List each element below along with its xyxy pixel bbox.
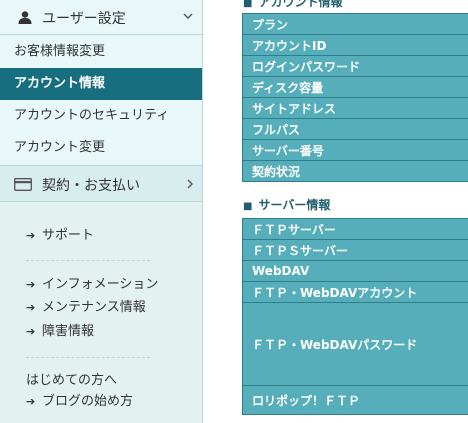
arrow-right-icon: ➔ xyxy=(26,278,36,291)
table-row: ログインパスワード xyxy=(243,56,468,77)
table-row: ディスク容量 xyxy=(243,77,468,98)
server-info-table: ＦＴＰサーバー ＦＴＰＳサーバー WebDAV ＦＴＰ・WebDAVアカウント … xyxy=(242,218,468,415)
arrow-right-icon: ➔ xyxy=(26,395,36,408)
link-information-label: インフォメーション xyxy=(42,277,159,292)
sidebar-item-account-change[interactable]: アカウント変更 xyxy=(0,132,202,164)
sidebar-links: ➔ サポート ➔ インフォメーション ➔ メンテナンス情報 ➔ 障害情報 はじめての方へ… xyxy=(0,202,202,423)
user-icon xyxy=(18,11,32,24)
account-info-table: プラン アカウントID ログインパスワード ディスク容量 サイトアドレス フルパ… xyxy=(242,13,468,182)
chevron-right-icon[interactable] xyxy=(184,178,196,190)
sidebar-item-account-info[interactable]: アカウント情報 xyxy=(0,68,202,100)
table-row: プラン xyxy=(243,14,468,35)
table-row: ＦＴＰ・WebDAVパスワード xyxy=(243,303,468,386)
link-support[interactable]: ➔ サポート xyxy=(26,227,94,245)
billing-title: 契約・お支払い xyxy=(42,178,140,194)
table-row: サーバー番号 xyxy=(243,140,468,161)
arrow-right-icon: ➔ xyxy=(26,301,36,314)
chevron-down-icon[interactable] xyxy=(182,10,194,22)
sidebar-item-customer-info[interactable]: お客様情報変更 xyxy=(0,36,202,68)
account-section-title: アカウント情報 xyxy=(258,0,343,9)
link-blog-start-label: ブログの始め方 xyxy=(42,394,134,409)
arrow-right-icon: ➔ xyxy=(26,229,36,242)
server-section-title: サーバー情報 xyxy=(258,198,331,212)
server-section-heading: ■ サーバー情報 xyxy=(243,197,330,215)
link-blog-start[interactable]: ➔ ブログの始め方 xyxy=(26,393,133,411)
square-bullet-icon: ■ xyxy=(243,0,253,9)
table-row: ロリポップ！ＦＴＰ xyxy=(243,386,468,415)
link-incident-label: 障害情報 xyxy=(42,324,95,339)
table-row: WebDAV xyxy=(243,261,468,282)
table-row: ＦＴＰサーバー xyxy=(243,219,468,240)
link-information[interactable]: ➔ インフォメーション xyxy=(26,276,158,294)
account-section-heading: ■ アカウント情報 xyxy=(243,0,342,12)
square-bullet-icon: ■ xyxy=(243,201,253,212)
link-maintenance-label: メンテナンス情報 xyxy=(42,300,146,315)
table-row: ＦＴＰＳサーバー xyxy=(243,240,468,261)
sidebar: ユーザー設定 お客様情報変更 アカウント情報 アカウントのセキュリティ アカウン… xyxy=(0,0,203,423)
table-row: フルパス xyxy=(243,119,468,140)
divider xyxy=(26,357,150,358)
billing-header[interactable]: 契約・お支払い xyxy=(0,165,202,202)
table-row: ＦＴＰ・WebDAVアカウント xyxy=(243,282,468,303)
divider xyxy=(26,260,150,261)
link-incident[interactable]: ➔ 障害情報 xyxy=(26,323,94,341)
link-support-label: サポート xyxy=(42,228,95,243)
table-row: 契約状況 xyxy=(243,161,468,182)
main-content: ■ アカウント情報 プラン アカウントID ログインパスワード ディスク容量 サイ… xyxy=(203,0,468,423)
table-row: アカウントID xyxy=(243,35,468,56)
user-settings-header[interactable]: ユーザー設定 xyxy=(0,0,202,35)
link-maintenance[interactable]: ➔ メンテナンス情報 xyxy=(26,299,146,317)
table-row: サイトアドレス xyxy=(243,98,468,119)
beginners-heading: はじめての方へ xyxy=(26,373,118,388)
sidebar-item-account-security[interactable]: アカウントのセキュリティ xyxy=(0,100,202,132)
arrow-right-icon: ➔ xyxy=(26,325,36,338)
user-settings-title: ユーザー設定 xyxy=(42,11,126,27)
credit-card-icon xyxy=(14,178,32,191)
